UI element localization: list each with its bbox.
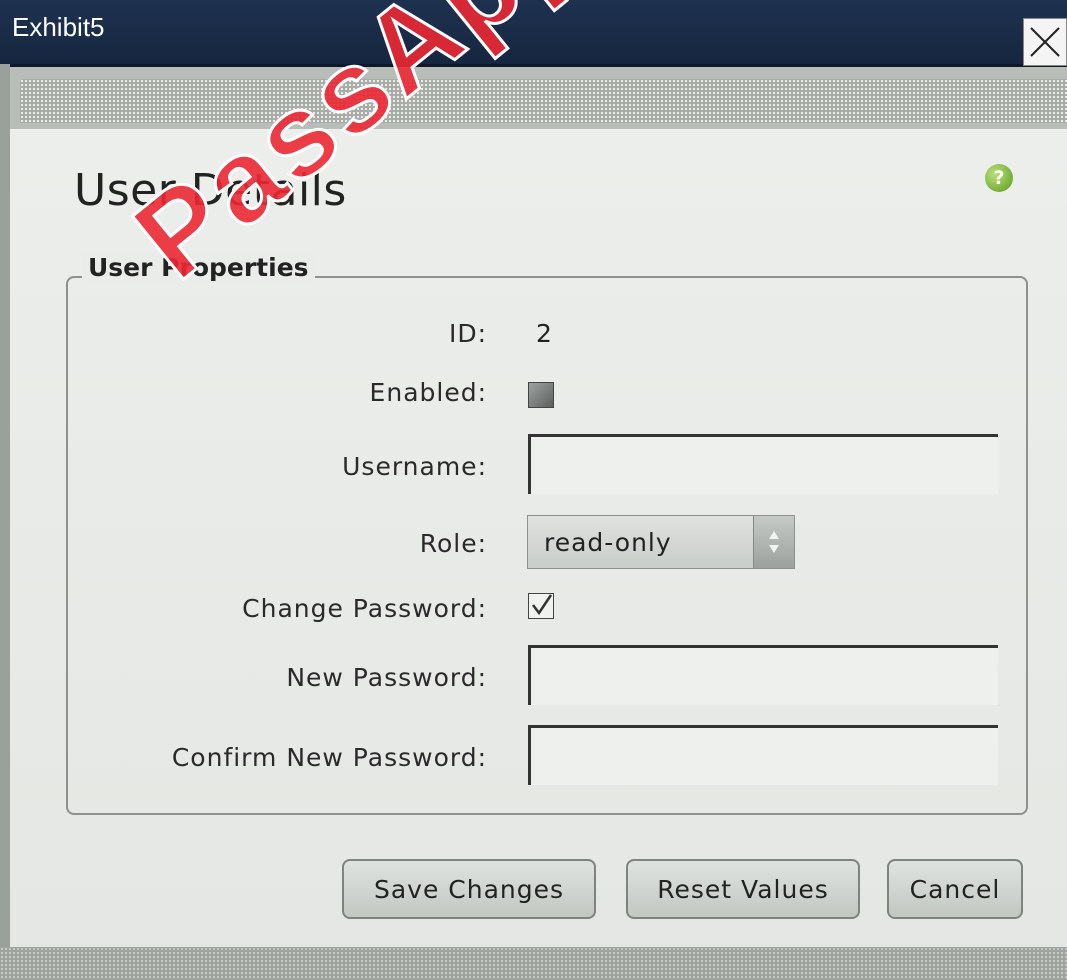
bottom-grip	[0, 947, 1067, 980]
enabled-label: Enabled:	[369, 378, 487, 407]
window-title: Exhibit5	[12, 12, 105, 42]
confirm-password-input[interactable]	[528, 725, 998, 785]
close-button[interactable]	[1023, 18, 1067, 66]
id-label: ID:	[448, 319, 487, 348]
role-select-value: read-only	[544, 528, 672, 557]
change-password-checkbox[interactable]	[528, 593, 554, 619]
cancel-button[interactable]: Cancel	[887, 859, 1023, 919]
exhibit-window: Exhibit5 User Details ? User Properties …	[0, 0, 1067, 980]
username-input[interactable]	[528, 434, 998, 494]
reset-values-button[interactable]: Reset Values	[626, 859, 860, 919]
change-password-label: Change Password:	[242, 594, 487, 623]
save-changes-button[interactable]: Save Changes	[342, 859, 596, 919]
window-left-edge	[0, 64, 10, 980]
dialog-drag-handle[interactable]	[0, 67, 1067, 129]
close-icon	[1030, 27, 1060, 57]
select-arrows-icon[interactable]	[753, 516, 794, 568]
role-label: Role:	[419, 529, 487, 558]
id-value: 2	[536, 319, 552, 348]
enabled-checkbox[interactable]	[528, 382, 554, 408]
new-password-label: New Password:	[286, 663, 487, 692]
confirm-password-label: Confirm New Password:	[171, 743, 487, 772]
username-label: Username:	[342, 452, 487, 481]
help-icon[interactable]: ?	[985, 164, 1013, 192]
drag-grip-texture	[20, 79, 1067, 123]
new-password-input[interactable]	[528, 645, 998, 705]
checkmark-icon	[532, 594, 553, 616]
role-select[interactable]: read-only	[527, 515, 795, 569]
